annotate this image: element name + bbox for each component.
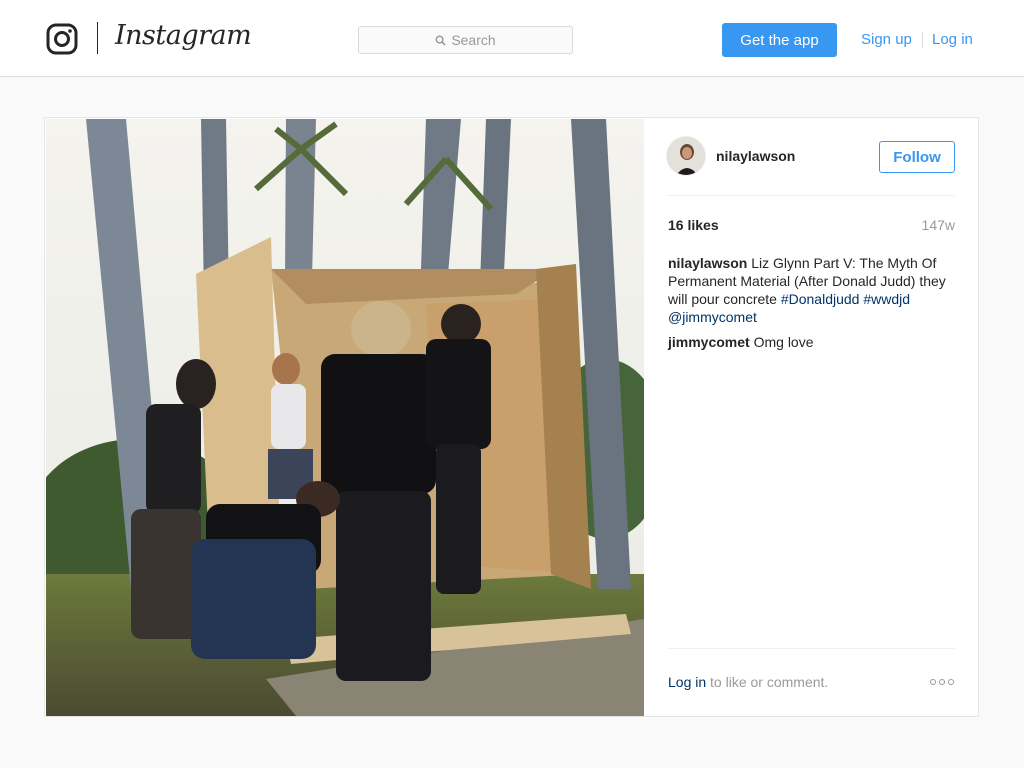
log-in-link[interactable]: Log in bbox=[668, 674, 706, 690]
post-username[interactable]: nilaylawson bbox=[716, 148, 795, 164]
post-photo[interactable] bbox=[46, 119, 644, 716]
post-card: nilaylawson Follow 16 likes 147w nilayla… bbox=[44, 117, 979, 717]
search-input[interactable]: Search bbox=[358, 26, 573, 54]
divider bbox=[668, 195, 955, 196]
comment-author[interactable]: jimmycomet bbox=[668, 334, 750, 350]
search-placeholder: Search bbox=[451, 32, 496, 48]
comment: jimmycomet Omg love bbox=[668, 333, 958, 351]
cta-text: to like or comment. bbox=[710, 674, 829, 690]
comment-text: Omg love bbox=[753, 334, 814, 350]
hashtag-link[interactable]: #wwdjd bbox=[863, 291, 910, 307]
header-link-separator bbox=[922, 32, 923, 48]
more-options-icon[interactable] bbox=[930, 679, 954, 685]
get-the-app-button[interactable]: Get the app bbox=[722, 23, 837, 57]
top-navigation-bar: Instagram Search Get the app Sign up Log… bbox=[0, 0, 1024, 77]
sign-up-link[interactable]: Sign up bbox=[861, 31, 912, 48]
search-icon bbox=[435, 35, 446, 46]
logo-divider bbox=[97, 22, 98, 54]
post-caption: nilaylawson Liz Glynn Part V: The Myth O… bbox=[668, 254, 958, 326]
post-sidebar: nilaylawson Follow 16 likes 147w nilayla… bbox=[644, 118, 979, 716]
follow-button[interactable]: Follow bbox=[879, 141, 955, 173]
hashtag-link[interactable]: #Donaldjudd bbox=[781, 291, 860, 307]
instagram-glyph-icon[interactable] bbox=[46, 23, 78, 55]
post-age[interactable]: 147w bbox=[922, 217, 955, 233]
mention-link[interactable]: @jimmycomet bbox=[668, 309, 757, 325]
login-to-comment-prompt: Log in to like or comment. bbox=[668, 674, 828, 690]
caption-author[interactable]: nilaylawson bbox=[668, 255, 747, 271]
instagram-wordmark[interactable]: Instagram bbox=[115, 20, 252, 51]
divider bbox=[668, 648, 955, 649]
avatar[interactable] bbox=[666, 136, 706, 176]
log-in-link[interactable]: Log in bbox=[932, 31, 973, 48]
likes-count[interactable]: 16 likes bbox=[668, 217, 719, 233]
